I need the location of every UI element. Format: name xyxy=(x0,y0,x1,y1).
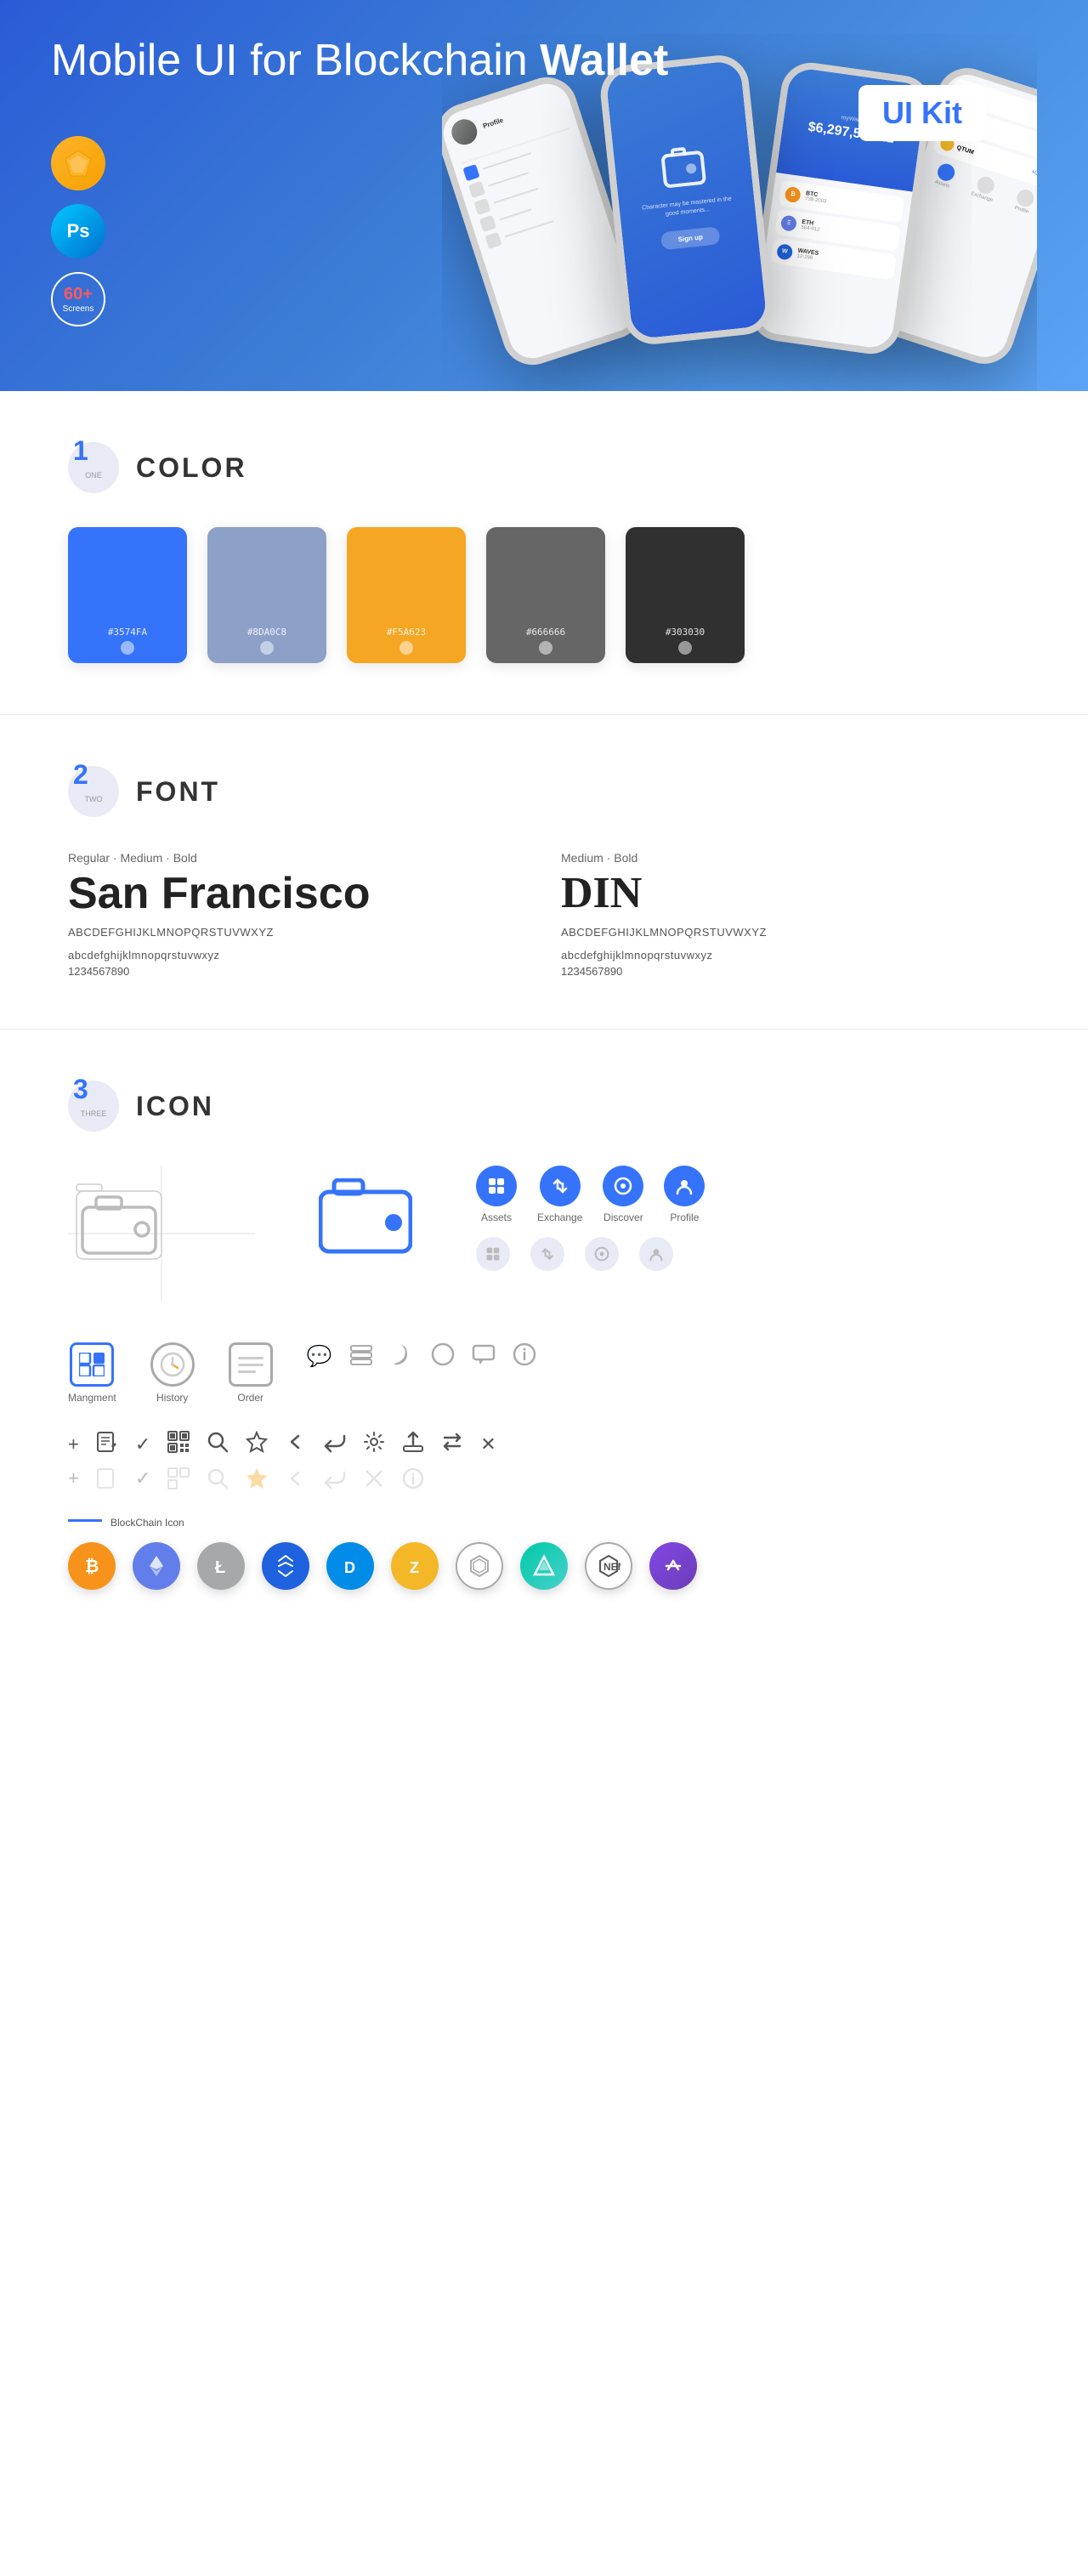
font-section: 2 TWO FONT Regular · Medium · Bold San F… xyxy=(0,714,1088,1029)
svg-text:D: D xyxy=(344,1559,355,1576)
icon-assets: Assets xyxy=(476,1166,517,1223)
color-swatches: #3574FA #8DA0C8 #F5A623 #666666 #303030 xyxy=(68,527,1020,663)
nav-icons-group: Assets Exchange Discover xyxy=(476,1166,705,1271)
blockchain-label: BlockChain Icon xyxy=(110,1517,184,1529)
icon-management: Mangment xyxy=(68,1342,116,1404)
coin-zcash: Z xyxy=(391,1542,439,1590)
hero-badges: Ps 60+ Screens xyxy=(51,136,105,326)
hero-section: Mobile UI for Blockchain Wallet UI Kit P… xyxy=(0,0,1088,391)
svg-text:Ł: Ł xyxy=(215,1558,225,1577)
svg-text:₿: ₿ xyxy=(85,1558,99,1576)
icon-title: ICON xyxy=(136,1091,214,1122)
coin-iota xyxy=(262,1542,309,1590)
swatch-blue: #3574FA xyxy=(68,527,187,663)
icon-chat: 💬 xyxy=(307,1344,332,1369)
wallet-icon-blue xyxy=(306,1166,425,1268)
icon-doc-ghost xyxy=(96,1467,118,1489)
coin-litecoin: Ł xyxy=(197,1542,245,1590)
coin-bitcoin: ₿ xyxy=(68,1542,116,1590)
icon-qr-ghost xyxy=(167,1467,190,1489)
icon-settings xyxy=(363,1431,385,1457)
font-title: FONT xyxy=(136,776,220,808)
icon-discover-ghost xyxy=(585,1237,619,1271)
icon-upload xyxy=(402,1431,424,1457)
icon-layers xyxy=(349,1342,373,1370)
blockchain-divider xyxy=(68,1519,102,1522)
color-section: 1 ONE COLOR #3574FA #8DA0C8 #F5A623 #666… xyxy=(0,391,1088,714)
swatch-gray-blue: #8DA0C8 xyxy=(207,527,326,663)
phone-mockup-2: Character may be mastered in the good mo… xyxy=(598,53,775,347)
font-grid: Regular · Medium · Bold San Francisco AB… xyxy=(68,851,1020,978)
ps-badge: Ps xyxy=(51,204,105,258)
icon-star-gold xyxy=(246,1467,268,1489)
coin-hex xyxy=(456,1542,503,1590)
icon-assets-ghost xyxy=(476,1237,510,1271)
icon-discover: Discover xyxy=(603,1166,643,1223)
icon-swap xyxy=(441,1431,463,1457)
icon-exchange: Exchange xyxy=(537,1166,582,1223)
sketch-badge xyxy=(51,136,105,190)
toolbar-icons-row: + ✓ ✕ xyxy=(68,1431,1020,1457)
section-number-3: 3 THREE xyxy=(68,1081,119,1132)
icon-check: ✓ xyxy=(135,1433,150,1455)
crypto-coins-row: ₿ Ł D Z xyxy=(68,1542,1020,1590)
toolbar-icons-ghost-row: + ✓ xyxy=(68,1467,1020,1489)
icon-moon xyxy=(390,1342,414,1370)
icon-check-ghost: ✓ xyxy=(135,1467,150,1489)
swatch-black: #303030 xyxy=(626,527,745,663)
screens-badge: 60+ Screens xyxy=(51,272,105,326)
icon-close: ✕ xyxy=(480,1433,496,1455)
icon-history: History xyxy=(150,1342,195,1404)
coin-nem: NEM xyxy=(585,1542,632,1590)
svg-text:NEM: NEM xyxy=(604,1561,620,1573)
section-number-1: 1 ONE xyxy=(68,442,119,493)
icon-section: 3 THREE ICON xyxy=(0,1029,1088,1641)
icon-info-ghost xyxy=(402,1467,424,1489)
icon-profile-ghost xyxy=(639,1237,673,1271)
icon-circle-outline xyxy=(431,1342,455,1370)
icon-order: Order xyxy=(229,1342,273,1404)
icon-info xyxy=(513,1342,536,1370)
icon-exchange-ghost xyxy=(530,1237,564,1271)
icon-search-ghost xyxy=(207,1467,229,1489)
icon-back-ghost xyxy=(285,1467,307,1489)
section-number-2: 2 TWO xyxy=(68,766,119,817)
icon-x-ghost xyxy=(363,1467,385,1489)
hero-title: Mobile UI for Blockchain Wallet xyxy=(51,34,668,87)
color-title: COLOR xyxy=(136,452,247,484)
swatch-dark-gray: #666666 xyxy=(486,527,605,663)
icon-profile: Profile xyxy=(664,1166,705,1223)
icon-qr xyxy=(167,1431,190,1457)
icon-plus-ghost: + xyxy=(68,1467,79,1489)
font-sf: Regular · Medium · Bold San Francisco AB… xyxy=(68,851,527,978)
icon-document-edit xyxy=(96,1431,118,1457)
icon-star xyxy=(246,1431,268,1457)
svg-text:Z: Z xyxy=(410,1559,419,1576)
coin-ethereum xyxy=(133,1542,180,1590)
wallet-icon-sketch xyxy=(68,1166,255,1302)
icon-back xyxy=(285,1431,307,1457)
icon-plus: + xyxy=(68,1433,79,1455)
icon-message xyxy=(472,1342,496,1370)
coin-ark xyxy=(520,1542,568,1590)
icon-share xyxy=(324,1431,346,1457)
icon-share-ghost xyxy=(324,1467,346,1489)
font-din: Medium · Bold DIN ABCDEFGHIJKLMNOPQRSTUV… xyxy=(561,851,1020,978)
ui-kit-badge: UI Kit xyxy=(858,85,986,141)
swatch-orange: #F5A623 xyxy=(347,527,466,663)
blockchain-icon-section: BlockChain Icon ₿ Ł D xyxy=(68,1517,1020,1590)
coin-dash: D xyxy=(326,1542,374,1590)
coin-matic xyxy=(649,1542,697,1590)
icon-search xyxy=(207,1431,229,1457)
